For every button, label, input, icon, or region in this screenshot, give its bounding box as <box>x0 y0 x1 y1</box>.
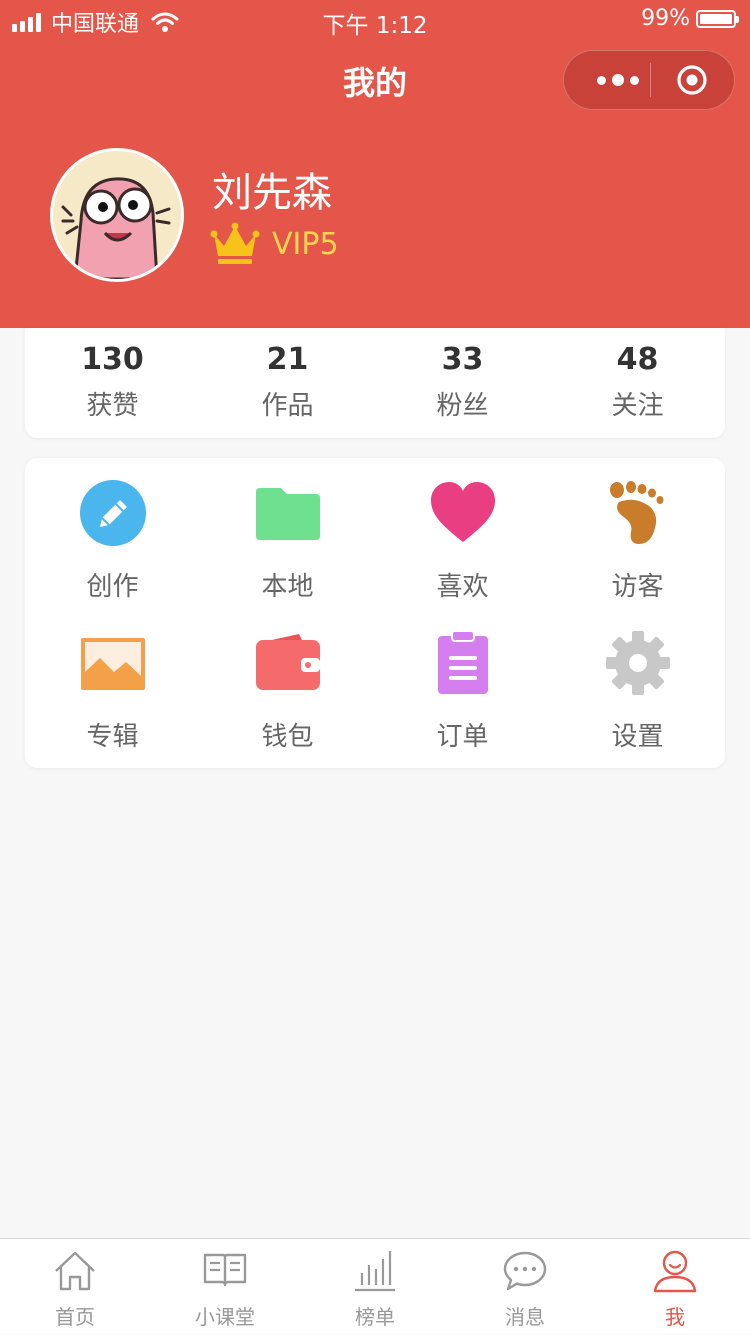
menu-label: 喜欢 <box>436 572 489 602</box>
stat-label: 获赞 <box>86 391 139 421</box>
menu-label: 设置 <box>611 722 664 752</box>
stat-value: 21 <box>266 342 309 377</box>
gear-icon <box>606 631 670 695</box>
chat-icon <box>503 1251 547 1291</box>
wallet-icon <box>256 634 320 690</box>
username: 刘先森 <box>212 170 332 216</box>
menu-item-visitors[interactable]: 访客 <box>550 458 725 608</box>
miniprogram-capsule <box>563 50 735 110</box>
folder-icon <box>256 488 320 540</box>
stat-value: 48 <box>616 342 659 377</box>
menu-item-orders[interactable]: 订单 <box>375 608 550 758</box>
menu-item-album[interactable]: 专辑 <box>25 608 200 758</box>
stat-following[interactable]: 48 关注 <box>550 342 725 422</box>
status-bar: 中国联通 下午 1:12 99% <box>0 0 750 40</box>
stat-fans[interactable]: 33 粉丝 <box>375 342 550 422</box>
stat-label: 粉丝 <box>436 391 489 421</box>
more-icon[interactable] <box>586 51 650 109</box>
status-time: 下午 1:12 <box>322 13 428 39</box>
menu-label: 本地 <box>261 572 314 602</box>
tab-rankings[interactable]: 榜单 <box>300 1239 450 1335</box>
battery-icon <box>696 9 739 28</box>
tab-label: 榜单 <box>355 1305 395 1329</box>
menu-label: 订单 <box>436 722 489 752</box>
menu-grid: 创作 本地 喜欢 访客 专辑 钱包 订单 设置 <box>25 458 725 768</box>
stats-card: 130 获赞 21 作品 33 粉丝 48 关注 <box>25 328 725 438</box>
pencil-icon <box>80 480 146 546</box>
tab-home[interactable]: 首页 <box>0 1239 150 1335</box>
book-icon <box>203 1253 247 1287</box>
capsule-divider <box>650 63 651 97</box>
menu-item-settings[interactable]: 设置 <box>550 608 725 758</box>
battery-percent: 99% <box>641 6 690 31</box>
close-target-icon[interactable] <box>676 64 708 96</box>
menu-item-wallet[interactable]: 钱包 <box>200 608 375 758</box>
stat-value: 130 <box>81 342 144 377</box>
footprint-icon <box>610 481 664 544</box>
stat-label: 关注 <box>611 391 664 421</box>
heart-icon <box>431 482 495 542</box>
menu-item-favorites[interactable]: 喜欢 <box>375 458 550 608</box>
tab-label: 小课堂 <box>195 1305 255 1329</box>
image-icon <box>81 638 145 690</box>
avatar[interactable] <box>50 148 184 282</box>
user-icon <box>653 1250 697 1293</box>
profile-header: 中国联通 下午 1:12 99% 我的 刘先森 VIP5 <box>0 0 750 328</box>
menu-label: 专辑 <box>86 722 139 752</box>
status-right: 99% <box>641 6 739 31</box>
menu-item-create[interactable]: 创作 <box>25 458 200 608</box>
menu-label: 访客 <box>611 572 664 602</box>
battery-fill <box>700 13 732 24</box>
clipboard-icon <box>438 630 488 694</box>
menu-item-local[interactable]: 本地 <box>200 458 375 608</box>
tab-bar: 首页 小课堂 榜单 消息 我 <box>0 1238 750 1334</box>
home-icon <box>55 1251 95 1291</box>
vip-badge: VIP5 <box>210 222 339 266</box>
stat-works[interactable]: 21 作品 <box>200 342 375 422</box>
menu-label: 钱包 <box>261 722 314 752</box>
vip-level: VIP5 <box>272 226 339 262</box>
tab-messages[interactable]: 消息 <box>450 1239 600 1335</box>
crown-icon <box>210 222 260 264</box>
tab-label: 首页 <box>55 1305 95 1329</box>
tab-classroom[interactable]: 小课堂 <box>150 1239 300 1335</box>
tab-me[interactable]: 我 <box>600 1239 750 1335</box>
bar-chart-icon <box>355 1251 395 1292</box>
stat-value: 33 <box>441 342 484 377</box>
stat-likes[interactable]: 130 获赞 <box>25 342 200 422</box>
menu-label: 创作 <box>86 572 139 602</box>
tab-label: 我 <box>665 1305 685 1329</box>
stat-label: 作品 <box>261 391 314 421</box>
tab-label: 消息 <box>505 1305 545 1329</box>
avatar-image <box>53 151 181 279</box>
